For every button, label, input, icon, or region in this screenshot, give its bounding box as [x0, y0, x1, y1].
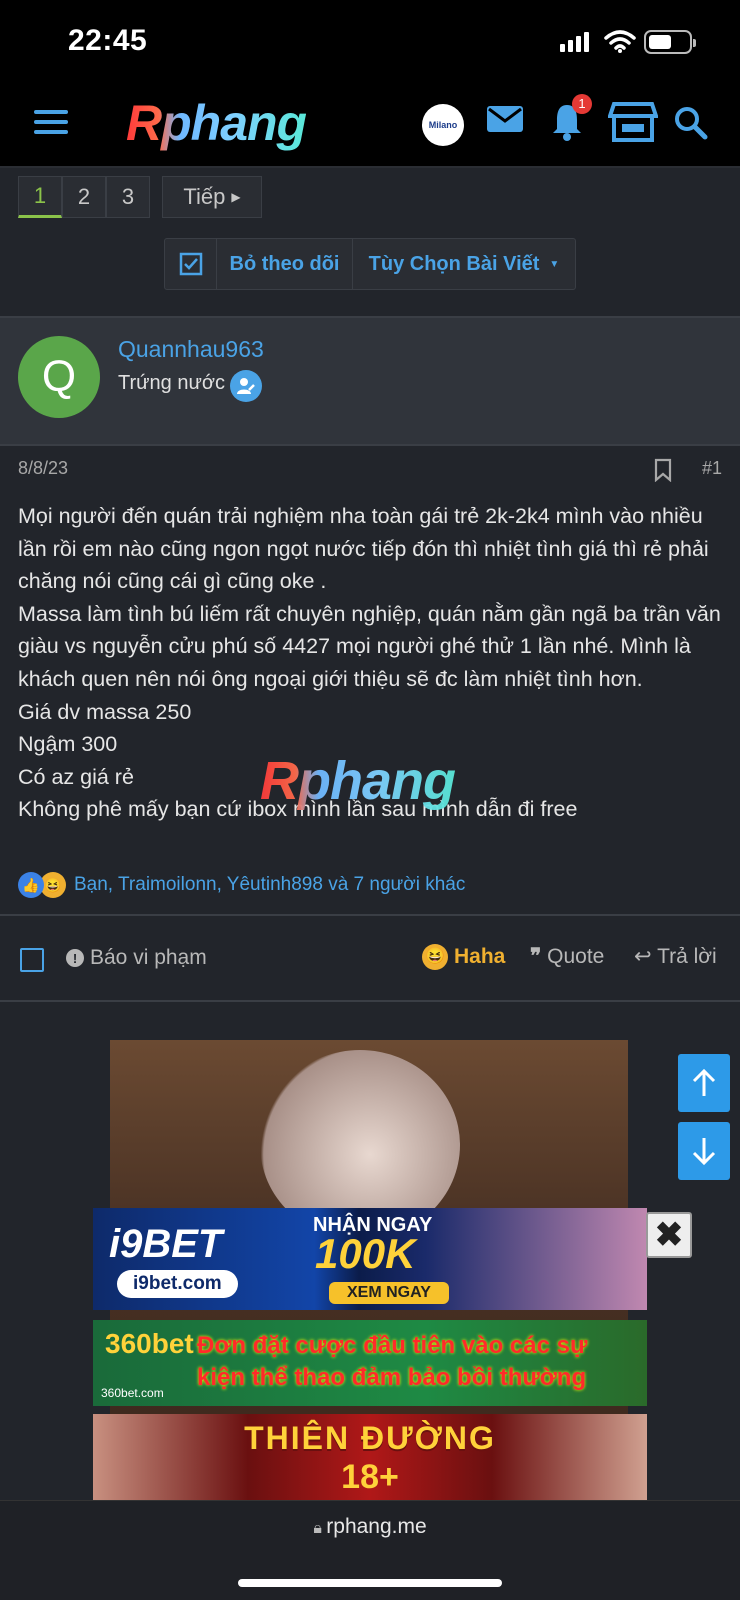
- haha-label: Haha: [454, 945, 506, 968]
- next-page-button[interactable]: Tiếp ▶: [162, 176, 262, 218]
- close-ad-button[interactable]: ✖: [646, 1212, 692, 1258]
- laughing-emoji-icon: 😆: [422, 944, 448, 970]
- site-logo[interactable]: Rphang: [126, 94, 307, 152]
- 360bet-ad-banner[interactable]: 360bet 360bet.com Đơn đặt cược đầu tiên …: [93, 1320, 647, 1406]
- alert-icon: !: [66, 949, 84, 967]
- post-author-box: Q Quannhau963 Trứng nước: [0, 316, 740, 446]
- pagination: 1 2 3 Tiếp ▶: [18, 176, 262, 218]
- like-reaction-icon: 👍: [18, 872, 44, 898]
- url-text: rphang.me: [326, 1515, 427, 1538]
- quote-button[interactable]: ❞ Quote: [530, 944, 604, 969]
- search-icon[interactable]: [674, 106, 708, 140]
- post-meta: 8/8/23 #1: [18, 458, 722, 488]
- unfollow-button[interactable]: Bỏ theo dõi: [217, 239, 353, 289]
- 360bet-domain: 360bet.com: [101, 1386, 164, 1400]
- battery-icon: [644, 30, 696, 54]
- author-name-link[interactable]: Quannhau963: [118, 336, 264, 363]
- scroll-top-button[interactable]: [678, 1054, 730, 1112]
- menu-icon[interactable]: [34, 110, 68, 138]
- quote-icon: ❞: [530, 945, 548, 968]
- post-footer: ! Báo vi phạm 😆 Haha ❞ Quote ↩ Trả lời: [0, 914, 740, 1002]
- image-watermark: Rphang: [260, 751, 456, 811]
- report-label: Báo vi phạm: [90, 946, 207, 969]
- thien-duong-title: THIÊN ĐƯỜNG: [244, 1420, 496, 1456]
- post-paragraph: Giá dv massa 250: [18, 699, 192, 724]
- post-date[interactable]: 8/8/23: [18, 458, 68, 478]
- post-options-label: Tùy Chọn Bài Viết: [368, 252, 540, 275]
- thien-duong-ad-banner[interactable]: THIÊN ĐƯỜNG 18+: [93, 1414, 647, 1500]
- address-bar-url[interactable]: 🔒︎ rphang.me: [0, 1515, 740, 1539]
- reaction-users[interactable]: Bạn, Traimoilonn, Yêutinh898 và 7 người …: [74, 874, 465, 896]
- user-edit-icon: [237, 378, 255, 394]
- page-3-button[interactable]: 3: [106, 176, 150, 218]
- caret-right-icon: ▶: [231, 190, 241, 204]
- scroll-bottom-button[interactable]: [678, 1122, 730, 1180]
- avatar[interactable]: Q: [18, 336, 100, 418]
- post-options-dropdown[interactable]: Tùy Chọn Bài Viết ▼: [353, 239, 575, 289]
- wifi-icon: [604, 30, 636, 53]
- site-header: Rphang Milano 1: [0, 84, 740, 168]
- checkbox-checked-icon: [179, 252, 202, 276]
- author-rank: Trứng nước: [118, 372, 225, 394]
- notification-count-badge: 1: [572, 94, 592, 114]
- post-paragraph: Massa làm tình bú liếm rất chuyên nghiệp…: [18, 601, 721, 691]
- home-indicator[interactable]: [238, 1579, 502, 1587]
- i9bet-ad-banner[interactable]: i9BET i9bet.com NHẬN NGAY 100K XEM NGAY: [93, 1208, 647, 1310]
- chevron-down-icon: ▼: [549, 258, 560, 270]
- milano-badge-icon[interactable]: Milano: [422, 104, 464, 146]
- reply-label: Trả lời: [657, 945, 717, 968]
- mail-icon[interactable]: [486, 102, 524, 136]
- reply-button[interactable]: ↩ Trả lời: [634, 944, 717, 969]
- arrow-up-icon: [692, 1068, 716, 1096]
- i9bet-domain: i9bet.com: [117, 1270, 238, 1298]
- select-thread-checkbox[interactable]: [165, 239, 217, 289]
- cellular-signal-icon: [560, 32, 592, 52]
- select-post-checkbox[interactable]: [20, 948, 44, 972]
- 360bet-line2: kiện thể thao đảm bảo bồi thường: [197, 1364, 587, 1391]
- page-2-button[interactable]: 2: [62, 176, 106, 218]
- post-number-link[interactable]: #1: [702, 458, 722, 479]
- haha-reaction-button[interactable]: 😆 Haha: [422, 944, 505, 970]
- page-1-button[interactable]: 1: [18, 176, 62, 218]
- quote-label: Quote: [547, 945, 605, 968]
- 360bet-brand: 360bet: [105, 1328, 194, 1359]
- thread-actions-bar: Bỏ theo dõi Tùy Chọn Bài Viết ▼: [164, 238, 576, 290]
- report-button[interactable]: ! Báo vi phạm: [66, 946, 207, 970]
- status-bar: 22:45: [0, 0, 740, 84]
- thien-duong-subtitle: 18+: [341, 1458, 399, 1496]
- store-icon[interactable]: [608, 100, 658, 144]
- reply-arrow-icon: ↩: [634, 945, 658, 968]
- bookmark-icon[interactable]: [654, 458, 672, 482]
- lock-icon: 🔒︎: [313, 1520, 327, 1537]
- 360bet-line1: Đơn đặt cược đầu tiên vào các sự: [197, 1332, 588, 1359]
- clock: 22:45: [68, 24, 148, 57]
- i9bet-brand: i9BET: [109, 1222, 223, 1266]
- arrow-down-icon: [692, 1138, 716, 1166]
- reaction-summary[interactable]: 👍 😆 Bạn, Traimoilonn, Yêutinh898 và 7 ng…: [18, 870, 465, 900]
- user-rank-icon: [230, 370, 262, 402]
- i9bet-cta: XEM NGAY: [329, 1282, 449, 1304]
- browser-address-bar[interactable]: 🔒︎ rphang.me: [0, 1500, 740, 1600]
- next-page-label: Tiếp: [183, 184, 226, 209]
- i9bet-line2: 100K: [315, 1230, 416, 1277]
- post-paragraph: Mọi người đến quán trải nghiệm nha toàn …: [18, 504, 709, 594]
